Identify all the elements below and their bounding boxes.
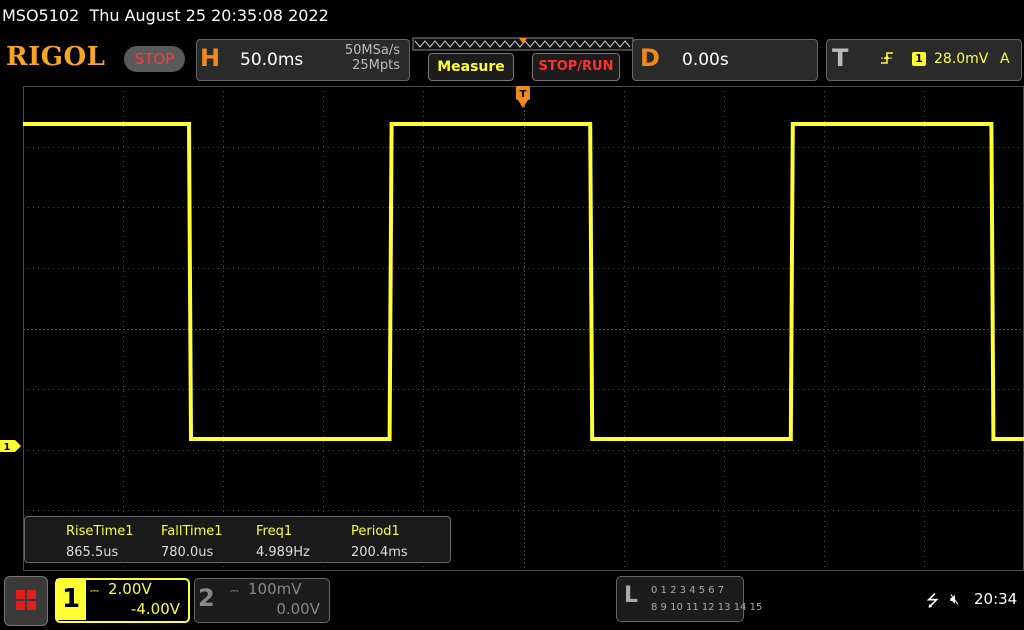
delay-value: 0.00s — [682, 50, 729, 70]
trigger-mode: A — [1000, 51, 1010, 67]
measure-label-rise-time: RiseTime1 — [66, 524, 134, 539]
measure-value-freq: 4.989Hz — [256, 545, 310, 560]
clock: 20:34 — [974, 590, 1018, 608]
menu-grid-icon — [16, 590, 36, 610]
la-channels-row2: 8 9 10 11 12 13 14 15 — [651, 602, 763, 613]
ch1-marker-label: 1 — [4, 442, 11, 453]
trigger-level: 28.0mV — [934, 51, 989, 67]
trigger-label: T — [832, 44, 849, 72]
status-header: MSO5102 Thu August 25 20:35:08 2022 — [2, 6, 329, 25]
ch1-scale: 2.00V — [108, 580, 152, 598]
trigger-source-badge: 1 — [912, 52, 926, 66]
run-state-badge[interactable]: STOP — [124, 46, 185, 72]
graticule-border — [23, 86, 1024, 571]
measure-value-rise-time: 865.5us — [66, 545, 119, 560]
measure-label-period: Period1 — [351, 524, 400, 539]
waveform-display[interactable] — [23, 86, 1024, 571]
delay-label: D — [640, 44, 660, 72]
dc-coupling-icon: ⎓ — [230, 584, 239, 597]
usb-icon: ⭍ — [926, 591, 940, 610]
dc-coupling-icon: ⎓ — [90, 584, 99, 597]
date-time: Thu August 25 20:35:08 2022 — [89, 6, 329, 25]
ch2-number: 2 — [198, 584, 215, 612]
horizontal-label: H — [200, 44, 221, 72]
svg-text:T: T — [520, 89, 527, 100]
measure-label-freq: Freq1 — [256, 524, 293, 539]
la-label: L — [624, 583, 639, 608]
measure-value-fall-time: 780.0us — [161, 545, 214, 560]
speaker-muted-icon[interactable]: 🔇︎ — [950, 590, 959, 608]
memory-position-bar[interactable] — [412, 37, 634, 51]
la-channels-row1: 0 1 2 3 4 5 6 7 — [651, 585, 725, 596]
measure-value-period: 200.4ms — [351, 545, 408, 560]
main-menu-button[interactable] — [4, 576, 48, 626]
sample-rate: 50MSa/s — [344, 43, 400, 58]
rigol-logo: RIGOL — [6, 42, 106, 72]
measure-button[interactable]: Measure — [428, 53, 514, 81]
stop-run-button[interactable]: STOP/RUN — [532, 53, 620, 81]
memory-depth: 25Mpts — [352, 58, 400, 73]
ch2-offset: 0.00V — [276, 600, 320, 618]
timebase-value: 50.0ms — [240, 50, 304, 70]
rising-edge-icon — [881, 52, 893, 64]
ch1-offset-marker[interactable]: 1 — [0, 439, 22, 453]
ch1-waveform — [23, 122, 1024, 441]
ch1-offset: -4.00V — [130, 600, 180, 618]
ch2-scale: 100mV — [248, 580, 302, 598]
ch1-number: 1 — [56, 579, 86, 620]
trigger-position-indicator[interactable]: T — [515, 86, 531, 112]
measure-label-fall-time: FallTime1 — [161, 524, 223, 539]
model-name: MSO5102 — [2, 6, 80, 25]
